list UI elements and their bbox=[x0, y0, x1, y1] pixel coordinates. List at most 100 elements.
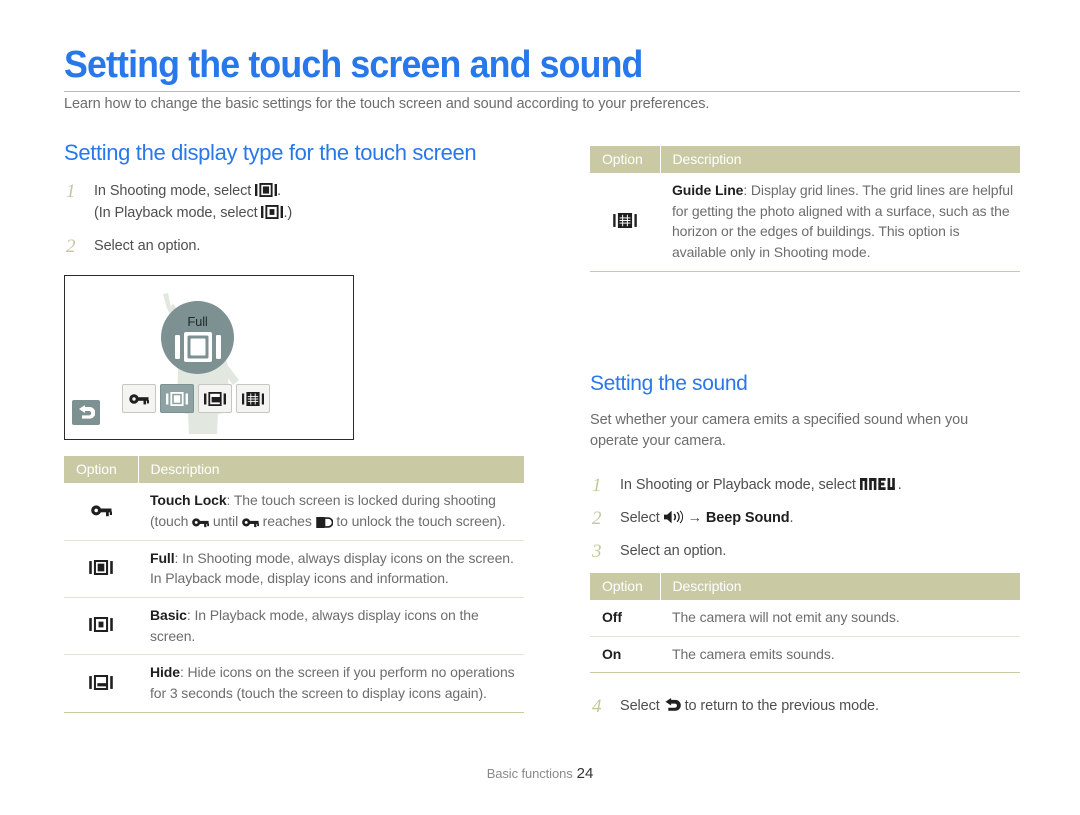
key-lock-icon bbox=[242, 517, 259, 528]
menu-icon bbox=[859, 477, 898, 491]
description-cell: The camera will not emit any sounds. bbox=[660, 600, 1020, 637]
description-cell: Touch Lock: The touch screen is locked d… bbox=[138, 483, 524, 541]
key-lock-icon bbox=[192, 517, 210, 528]
display-hide-icon bbox=[89, 674, 113, 690]
table-row: Off The camera will not emit any sounds. bbox=[590, 600, 1020, 637]
table-row: Hide: Hide icons on the screen if you pe… bbox=[64, 654, 524, 713]
table-row: Full: In Shooting mode, always display i… bbox=[64, 540, 524, 598]
step-item: 1 In Shooting or Playback mode, select . bbox=[590, 474, 1020, 496]
sound-section: Setting the sound Set whether your camer… bbox=[590, 372, 1020, 718]
selected-option-bubble: Full bbox=[161, 301, 234, 375]
desc-part-1: : In Playback mode, always display icons… bbox=[150, 606, 479, 644]
footer-page-number: 24 bbox=[576, 765, 594, 782]
step-item: 2 Select an option. bbox=[64, 235, 524, 257]
camera-screen-illustration: Full bbox=[64, 275, 354, 441]
display-type-option-table: Option Description Touch Lock: The touch… bbox=[64, 456, 524, 713]
step-item: 3 Select an option. bbox=[590, 540, 1020, 562]
step-text: Select bbox=[620, 509, 664, 526]
display-basic-icon bbox=[261, 205, 284, 220]
step-text: Select an option. bbox=[94, 238, 201, 255]
description-cell: Full: In Shooting mode, always display i… bbox=[138, 540, 524, 598]
option-value-cell: Off bbox=[590, 600, 660, 637]
description-cell: The camera emits sounds. bbox=[660, 636, 1020, 674]
sound-steps: 1 In Shooting or Playback mode, select .… bbox=[590, 474, 1020, 562]
desc-part-1: : Hide icons on the screen if you perfor… bbox=[150, 664, 515, 702]
option-term: Full bbox=[150, 549, 175, 566]
option-value-cell: On bbox=[590, 636, 660, 674]
section-heading-sound: Setting the sound bbox=[590, 371, 748, 395]
grid-lines-icon bbox=[613, 213, 637, 229]
title-divider bbox=[64, 91, 1020, 92]
section-heading-display-type: Setting the display type for the touch s… bbox=[64, 140, 477, 165]
substep-text: (In Playback mode, select bbox=[94, 205, 262, 222]
sound-section-body: Set whether your camera emits a specifie… bbox=[590, 411, 969, 449]
display-basic-icon bbox=[204, 391, 226, 406]
table-header-row: Option Description bbox=[590, 573, 1020, 600]
right-column: Option Description Guide Line: Display g… bbox=[590, 140, 1020, 728]
display-type-steps: 1 In Shooting mode, select . (In Playbac… bbox=[64, 180, 524, 257]
table-header-row: Option Description bbox=[64, 456, 524, 484]
option-icon-cell bbox=[64, 483, 138, 541]
desc-part-3: reaches bbox=[258, 512, 316, 529]
option-term: Hide bbox=[150, 664, 180, 681]
table-header-row: Option Description bbox=[590, 146, 1020, 173]
left-column: Setting the display type for the touch s… bbox=[64, 140, 524, 713]
column-header-option: Option bbox=[590, 573, 661, 600]
manual-page: Setting the touch screen and sound Learn… bbox=[0, 0, 1080, 815]
step-number: 2 bbox=[66, 236, 76, 258]
option-icon-cell bbox=[64, 654, 138, 713]
column-header-option: Option bbox=[590, 146, 661, 173]
step-number: 4 bbox=[592, 696, 602, 718]
desc-part-2: until bbox=[209, 512, 242, 529]
display-full-icon bbox=[89, 559, 113, 575]
step-number: 1 bbox=[66, 181, 76, 202]
desc-part-4: to unlock the touch screen). bbox=[332, 512, 506, 529]
back-button[interactable] bbox=[72, 400, 100, 426]
page-footer: Basic functions 24 bbox=[0, 765, 1080, 782]
display-full-icon bbox=[166, 391, 188, 406]
table-row: On The camera emits sounds. bbox=[590, 636, 1020, 674]
step-text: In Shooting mode, select bbox=[94, 183, 256, 199]
option-button-guide-line[interactable] bbox=[236, 384, 270, 414]
desc-part-1: : In Shooting mode, always display icons… bbox=[150, 549, 514, 587]
key-lock-icon bbox=[90, 504, 112, 517]
display-option-bar[interactable] bbox=[122, 384, 270, 414]
description-cell: Hide: Hide icons on the screen if you pe… bbox=[138, 654, 524, 713]
display-full-icon bbox=[255, 183, 278, 197]
step-item: 2 Select → Beep Sound. bbox=[590, 507, 1020, 529]
option-button-touch-lock[interactable] bbox=[122, 384, 156, 414]
option-icon-cell bbox=[64, 540, 138, 598]
page-intro-text: Learn how to change the basic settings f… bbox=[64, 96, 710, 112]
step-text: Select bbox=[620, 698, 664, 715]
option-icon-cell bbox=[64, 597, 138, 656]
option-term: Basic bbox=[150, 606, 187, 623]
guide-line-option-table: Option Description Guide Line: Display g… bbox=[590, 146, 1020, 272]
table-row: Guide Line: Display grid lines. The grid… bbox=[590, 173, 1020, 272]
column-header-description: Description bbox=[138, 456, 524, 484]
step-number: 1 bbox=[592, 474, 602, 496]
step-text: Select an option. bbox=[620, 542, 727, 559]
option-button-full[interactable] bbox=[160, 384, 194, 414]
table-row: Basic: In Playback mode, always display … bbox=[64, 597, 524, 656]
step-text: In Shooting or Playback mode, select bbox=[620, 476, 860, 493]
option-button-basic[interactable] bbox=[198, 384, 232, 414]
option-icon-cell bbox=[590, 173, 660, 272]
step-text-after: . bbox=[277, 183, 282, 199]
column-header-option: Option bbox=[64, 456, 139, 484]
description-cell: Basic: In Playback mode, always display … bbox=[138, 597, 524, 656]
column-header-description: Description bbox=[660, 146, 1020, 173]
option-term: Guide Line bbox=[672, 182, 744, 198]
column-header-description: Description bbox=[660, 573, 1020, 600]
unlock-slider-icon bbox=[315, 516, 333, 528]
key-lock-icon bbox=[129, 393, 149, 405]
display-full-icon bbox=[174, 331, 221, 362]
display-basic-icon bbox=[89, 617, 113, 633]
description-cell: Guide Line: Display grid lines. The grid… bbox=[660, 173, 1020, 272]
step-number: 3 bbox=[592, 540, 602, 562]
back-arrow-icon bbox=[78, 405, 95, 420]
step-text-after: to return to the previous mode. bbox=[680, 698, 879, 715]
step-item: 1 In Shooting mode, select . (In Playbac… bbox=[64, 180, 524, 224]
step-item: 4 Select to return to the previous mode. bbox=[590, 695, 1020, 717]
beep-sound-option-table: Option Description Off The camera will n… bbox=[590, 573, 1020, 674]
speaker-icon bbox=[663, 510, 684, 524]
